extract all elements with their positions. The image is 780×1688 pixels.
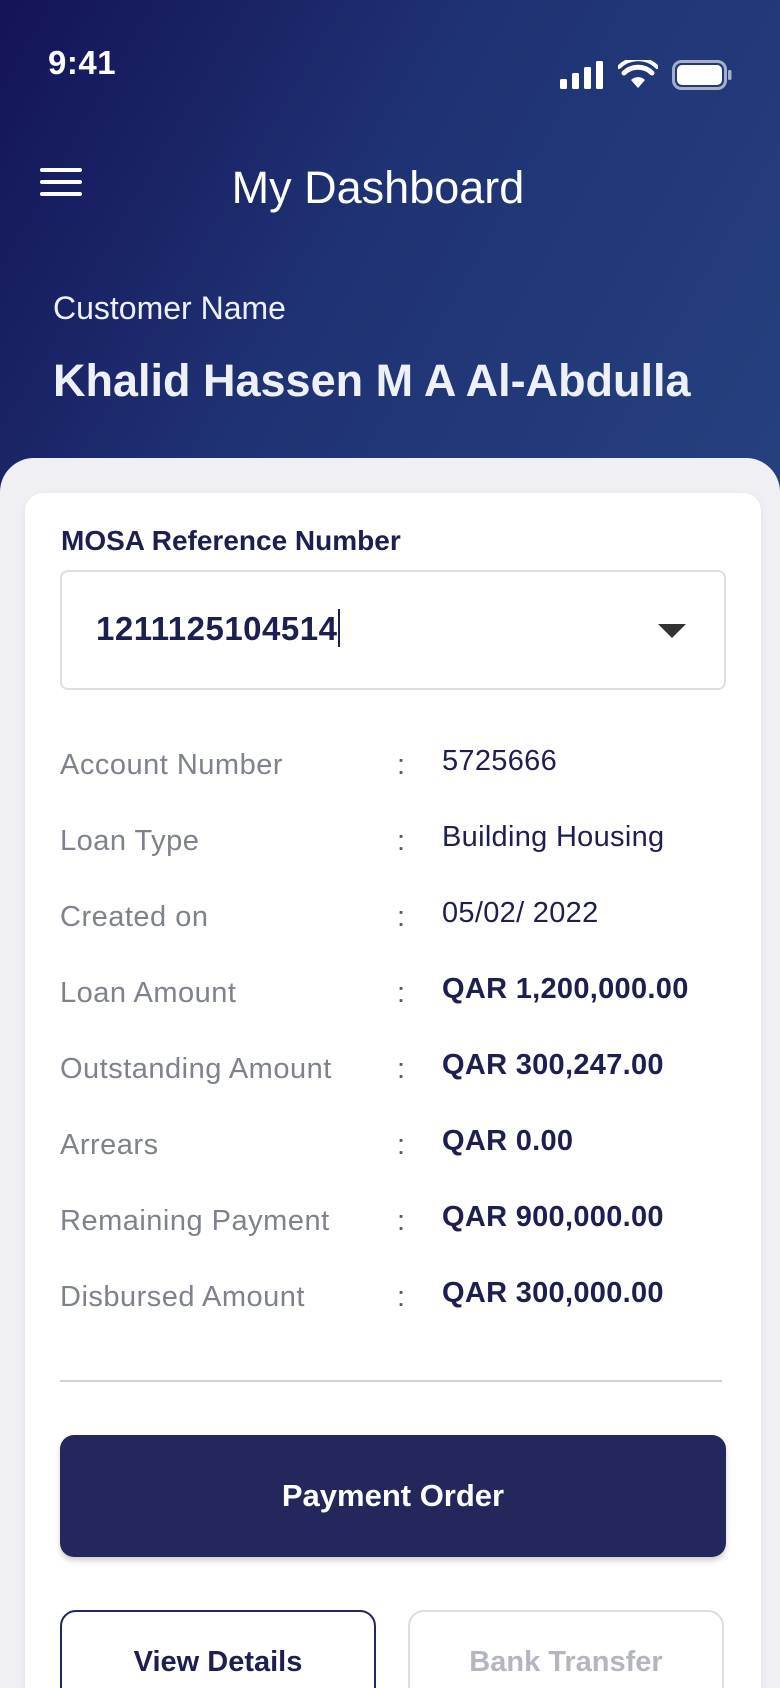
reference-number-value-wrap: 1211125104514 (96, 609, 341, 650)
chevron-down-icon[interactable] (658, 624, 686, 638)
detail-value: 5725666 (442, 745, 557, 777)
status-icons (560, 60, 732, 90)
detail-separator: : (397, 1129, 406, 1161)
detail-separator: : (397, 1281, 406, 1313)
payment-order-button[interactable]: Payment Order (60, 1435, 726, 1557)
detail-row: Outstanding Amount: QAR 300,247.00 (25, 1047, 761, 1123)
detail-separator: : (397, 1053, 406, 1085)
detail-row: Account Number: 5725666 (25, 743, 761, 819)
detail-row: Disbursed Amount: QAR 300,000.00 (25, 1275, 761, 1351)
detail-row: Arrears: QAR 0.00 (25, 1123, 761, 1199)
reference-number-value: 1211125104514 (96, 610, 338, 647)
dashboard-header: 9:41 My Dashboard Customer Name Khalid H… (0, 0, 780, 520)
detail-key: Loan Amount (60, 977, 237, 1009)
detail-key: Created on (60, 901, 209, 933)
detail-separator: : (397, 825, 406, 857)
detail-value: QAR 0.00 (442, 1125, 574, 1157)
detail-value: 05/02/ 2022 (442, 897, 599, 929)
detail-row: Loan Type: Building Housing (25, 819, 761, 895)
detail-separator: : (397, 901, 406, 933)
detail-separator: : (397, 977, 406, 1009)
loan-details-card: MOSA Reference Number 1211125104514 Acco… (25, 493, 761, 1688)
view-details-button[interactable]: View Details (60, 1610, 376, 1688)
detail-separator: : (397, 749, 406, 781)
detail-row: Created on: 05/02/ 2022 (25, 895, 761, 971)
bank-transfer-button[interactable]: Bank Transfer (408, 1610, 724, 1688)
detail-value: Building Housing (442, 821, 665, 853)
text-cursor (338, 609, 341, 648)
detail-key: Outstanding Amount (60, 1053, 332, 1085)
divider (60, 1380, 722, 1382)
detail-row: Loan Amount: QAR 1,200,000.00 (25, 971, 761, 1047)
detail-key: Arrears (60, 1129, 159, 1161)
customer-name: Khalid Hassen M A Al-Abdulla (53, 355, 691, 406)
detail-key: Account Number (60, 749, 283, 781)
cellular-signal-icon (560, 61, 603, 89)
customer-name-label: Customer Name (53, 290, 286, 326)
status-time: 9:41 (48, 44, 117, 81)
battery-icon (672, 60, 732, 90)
reference-number-label: MOSA Reference Number (61, 525, 401, 556)
detail-value: QAR 300,247.00 (442, 1049, 664, 1081)
page-title: My Dashboard (231, 162, 525, 213)
detail-row: Remaining Payment: QAR 900,000.00 (25, 1199, 761, 1275)
detail-separator: : (397, 1205, 406, 1237)
wifi-icon (618, 60, 658, 88)
detail-value: QAR 900,000.00 (442, 1201, 664, 1233)
detail-key: Loan Type (60, 825, 200, 857)
detail-key: Disbursed Amount (60, 1281, 305, 1313)
status-bar: 9:41 (0, 0, 780, 130)
loan-details-list: Account Number: 5725666 Loan Type: Building… (25, 743, 761, 1351)
detail-key: Remaining Payment (60, 1205, 330, 1237)
detail-value: QAR 300,000.00 (442, 1277, 664, 1309)
detail-value: QAR 1,200,000.00 (442, 973, 689, 1005)
reference-number-dropdown[interactable]: 1211125104514 (60, 570, 726, 690)
